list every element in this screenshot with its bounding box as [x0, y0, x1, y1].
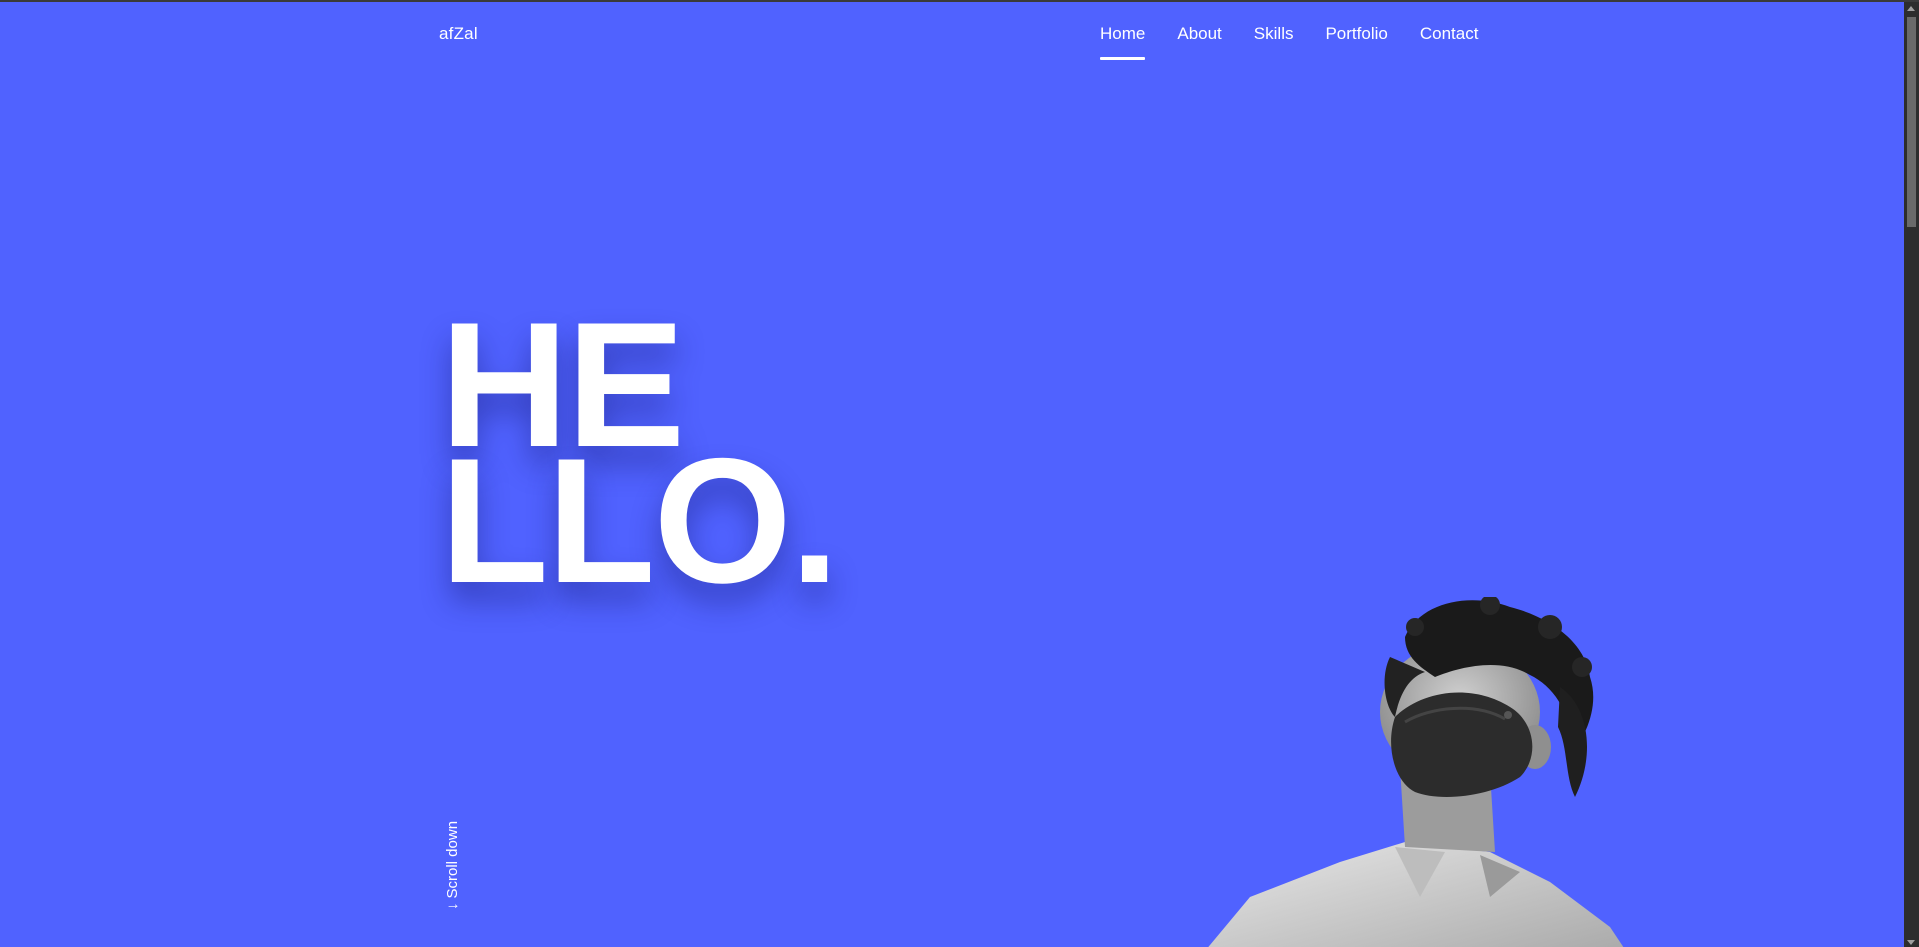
- nav-item-portfolio[interactable]: Portfolio: [1325, 24, 1387, 60]
- nav-item-contact[interactable]: Contact: [1420, 24, 1479, 60]
- vertical-scrollbar[interactable]: [1904, 2, 1919, 947]
- scroll-down-arrow-icon[interactable]: [1907, 940, 1915, 945]
- portrait-image: [1208, 597, 1624, 947]
- nav-item-skills[interactable]: Skills: [1254, 24, 1294, 60]
- main-nav: Home About Skills Portfolio Contact: [1100, 24, 1478, 60]
- page: afZal Home About Skills Portfolio Contac…: [0, 0, 1919, 947]
- brand-logo[interactable]: afZal: [439, 24, 478, 44]
- nav-item-about[interactable]: About: [1177, 24, 1221, 60]
- arrow-down-icon: ↓: [444, 902, 461, 911]
- scroll-down-label: Scroll down: [444, 820, 461, 899]
- scrollbar-thumb[interactable]: [1907, 17, 1916, 227]
- scroll-up-arrow-icon[interactable]: [1907, 6, 1915, 11]
- scroll-down-link[interactable]: ↓ Scroll down: [444, 821, 461, 910]
- hero-line-2: LLO.: [440, 421, 839, 620]
- nav-item-home[interactable]: Home: [1100, 24, 1146, 60]
- hero-heading: HE LLO.: [440, 296, 839, 620]
